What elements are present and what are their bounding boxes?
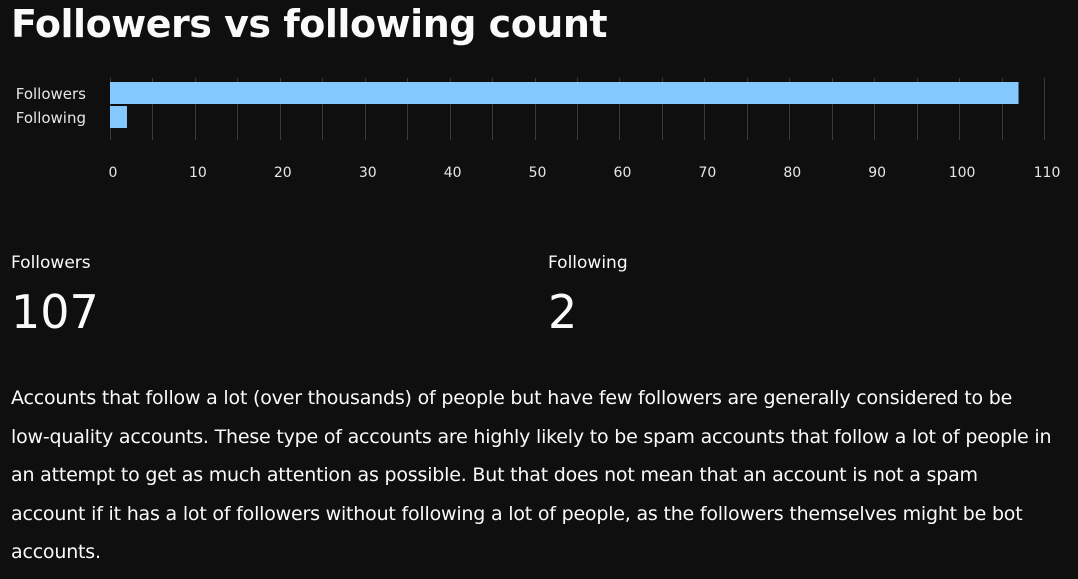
metric-following-value: 2 [548,285,578,339]
x-tick-label: 80 [783,165,801,181]
metric-followers-value: 107 [11,285,99,339]
x-tick-label: 10 [189,165,207,181]
x-tick-label: 50 [529,165,547,181]
page-title: Followers vs following count [11,2,608,46]
metric-followers-label: Followers [11,253,91,273]
bar-following [110,106,127,128]
x-tick-label: 0 [109,165,118,181]
x-tick-label: 110 [1034,165,1061,181]
x-tick-label: 100 [949,165,976,181]
metric-following-label: Following [548,253,628,273]
bar-chart: Followers Following 0 10 20 30 40 50 60 70 80 90 100… [16,78,1061,181]
bar-followers [110,82,1019,104]
page: Followers vs following count Followers Fo… [0,0,1078,579]
x-tick-label: 30 [359,165,377,181]
category-label: Followers [16,85,86,103]
x-tick-label: 60 [614,165,632,181]
category-label: Following [16,109,86,127]
x-tick-label: 70 [698,165,716,181]
description-text: Accounts that follow a lot (over thousan… [11,387,1052,563]
x-tick-label: 90 [868,165,886,181]
x-tick-label: 40 [444,165,462,181]
x-tick-label: 20 [274,165,292,181]
